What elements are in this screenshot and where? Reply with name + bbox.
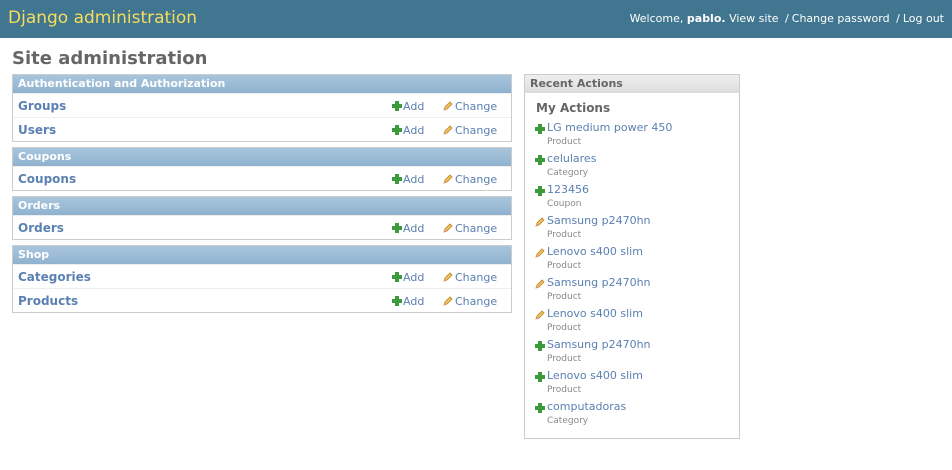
module-caption[interactable]: Shop [13,246,511,264]
pencil-icon [535,246,547,260]
change-orders-button[interactable]: Change [443,222,497,235]
model-link-products[interactable]: Products [18,294,78,308]
plus-icon [535,122,546,136]
recent-action-link[interactable]: 123456 [547,183,589,196]
table-row: Orders Add Change [13,215,511,239]
add-categories-button[interactable]: Add [392,271,424,284]
plus-icon [392,174,402,184]
recent-action-type: Product [547,323,582,333]
table-row: Coupons Add Change [13,166,511,190]
recent-action-link[interactable]: Samsung p2470hn [547,338,651,351]
plus-icon [535,370,546,384]
change-categories-button[interactable]: Change [443,271,497,284]
module-caption[interactable]: Authentication and Authorization [13,75,511,93]
site-branding[interactable]: Django administration [8,8,197,28]
recent-action-type: Category [547,416,589,426]
recent-action-type: Product [547,261,582,271]
pencil-icon [443,296,453,306]
welcome-text: Welcome, [629,12,684,25]
username: pablo. [686,12,726,25]
add-orders-button[interactable]: Add [392,222,424,235]
pencil-icon [443,125,453,135]
module-caption[interactable]: Coupons [13,148,511,166]
pencil-icon [443,174,453,184]
recent-action-link[interactable]: Lenovo s400 slim [547,369,643,382]
pencil-icon [443,223,453,233]
view-site-link[interactable]: View site [729,12,778,25]
plus-icon [392,272,402,282]
add-products-button[interactable]: Add [392,295,424,308]
separator: / [896,12,900,25]
recent-actions-caption: Recent Actions [525,75,739,93]
recent-action-type: Category [547,168,589,178]
table-row: Categories Add Change [13,264,511,288]
plus-icon [392,223,402,233]
recent-action-type: Coupon [547,199,582,209]
change-users-button[interactable]: Change [443,124,497,137]
plus-icon [535,184,546,198]
module-caption[interactable]: Orders [13,197,511,215]
plus-icon [392,296,402,306]
change-password-link[interactable]: Change password [792,12,890,25]
recent-action-link[interactable]: Samsung p2470hn [547,214,651,227]
separator: / [785,12,789,25]
model-link-orders[interactable]: Orders [18,221,64,235]
add-coupons-button[interactable]: Add [392,173,424,186]
table-row: Products Add Change [13,288,511,312]
plus-icon [392,101,402,111]
recent-action-type: Product [547,292,582,302]
recent-action-type: Product [547,354,582,364]
change-groups-button[interactable]: Change [443,100,497,113]
recent-action-link[interactable]: Lenovo s400 slim [547,307,643,320]
page-title: Site administration [12,48,208,69]
plus-icon [535,153,546,167]
model-link-categories[interactable]: Categories [18,270,91,284]
app-module-auth: Authentication and Authorization Groups … [12,74,512,142]
app-module-orders: Orders Orders Add Change [12,196,512,240]
add-groups-button[interactable]: Add [392,100,424,113]
plus-icon [392,125,402,135]
recent-action-type: Product [547,230,582,240]
pencil-icon [535,215,547,229]
log-out-link[interactable]: Log out [903,12,944,25]
change-coupons-button[interactable]: Change [443,173,497,186]
model-link-users[interactable]: Users [18,123,56,137]
table-row: Users Add Change [13,117,511,141]
recent-action-type: Product [547,137,582,147]
plus-icon [535,401,546,415]
user-tools: Welcome, pablo. View site / Change passwo… [630,12,944,25]
pencil-icon [535,308,547,322]
recent-action-link[interactable]: Lenovo s400 slim [547,245,643,258]
table-row: Groups Add Change [13,93,511,117]
recent-action-link[interactable]: Samsung p2470hn [547,276,651,289]
model-link-groups[interactable]: Groups [18,99,66,113]
plus-icon [535,339,546,353]
my-actions-heading: My Actions [536,101,611,115]
recent-actions-module: Recent Actions My Actions LG medium powe… [524,74,740,439]
app-module-coupons: Coupons Coupons Add Change [12,147,512,191]
pencil-icon [443,272,453,282]
change-products-button[interactable]: Change [443,295,497,308]
model-link-coupons[interactable]: Coupons [18,172,76,186]
recent-action-link[interactable]: celulares [547,152,596,165]
header-bar: Django administration Welcome, pablo. Vi… [0,0,952,38]
pencil-icon [443,101,453,111]
pencil-icon [535,277,547,291]
recent-action-type: Product [547,385,582,395]
recent-action-link[interactable]: LG medium power 450 [547,121,672,134]
add-users-button[interactable]: Add [392,124,424,137]
app-module-shop: Shop Categories Add Change Products Add … [12,245,512,313]
recent-action-link[interactable]: computadoras [547,400,626,413]
